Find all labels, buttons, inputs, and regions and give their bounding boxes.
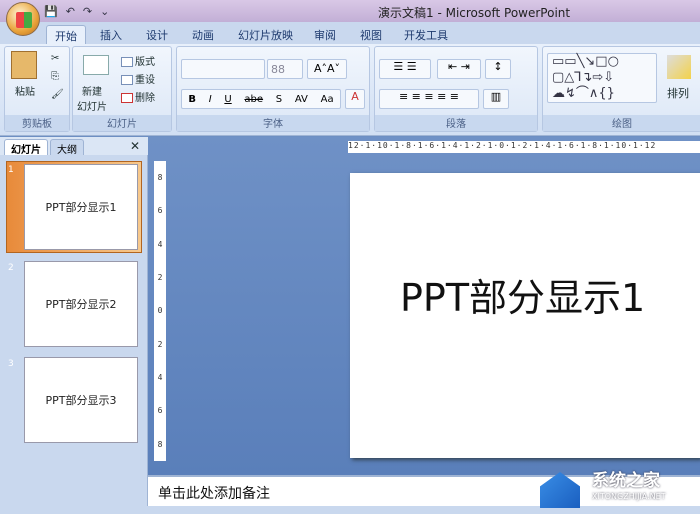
paste-button[interactable]: 粘贴 — [15, 83, 35, 98]
ruler-tick: 4 — [157, 239, 163, 249]
indent-buttons[interactable]: ⇤ ⇥ — [437, 59, 481, 79]
ribbon-tabs: 开始 插入 设计 动画 幻灯片放映 审阅 视图 开发工具 — [0, 22, 700, 44]
office-button[interactable] — [6, 2, 40, 36]
font-size-input[interactable]: 88 — [267, 59, 303, 79]
strikethrough-button[interactable]: abe — [244, 94, 263, 105]
group-font: 88 A˄A˅ B I U abe S AV Aa A 字体 — [176, 46, 370, 132]
arrange-button[interactable]: 排列 — [667, 85, 689, 101]
ruler-tick: 0 — [157, 306, 163, 316]
font-color-button[interactable]: A — [345, 89, 365, 109]
horizontal-ruler[interactable]: 12·1·10·1·8·1·6·1·4·1·2·1·0·1·2·1·4·1·6·… — [348, 141, 700, 153]
layout-icon — [121, 57, 133, 67]
shadow-button[interactable]: S — [276, 94, 282, 105]
cut-icon[interactable]: ✂ — [51, 53, 59, 64]
shapes-gallery[interactable]: ▭▭╲↘□○ ▢△⅂↴⇨⇩ ☁↯⌒∧{} — [547, 53, 657, 103]
close-pane-icon[interactable]: ✕ — [130, 139, 140, 153]
slide-number: 2 — [8, 263, 14, 273]
paste-icon — [11, 51, 37, 79]
pane-tabs: 幻灯片 大纲 ✕ — [0, 137, 148, 156]
tab-design[interactable]: 设计 — [138, 25, 176, 44]
title-bar: 💾 ↶ ↷ ⌄ 演示文稿1 - Microsoft PowerPoint — [0, 0, 700, 22]
format-painter-icon[interactable]: 🖌 — [51, 89, 64, 100]
slide-editor: 12·1·10·1·8·1·6·1·4·1·2·1·0·1·2·1·4·1·6·… — [148, 137, 700, 475]
group-slides: 新建 幻灯片 版式 重设 删除 幻灯片 — [72, 46, 172, 132]
tab-animation[interactable]: 动画 — [184, 25, 222, 44]
ruler-tick: 8 — [157, 173, 163, 183]
group-label: 绘图 — [543, 115, 700, 131]
columns-button[interactable]: ▥ — [483, 89, 509, 109]
watermark-url: XITONGZHIJIA.NET — [592, 492, 666, 501]
slide-number: 3 — [8, 359, 14, 369]
slide-thumbnail-2[interactable]: PPT部分显示2 — [24, 261, 138, 347]
quick-access-toolbar: 💾 ↶ ↷ ⌄ — [44, 3, 109, 19]
copy-icon[interactable]: ⎘ — [51, 71, 59, 82]
slide-canvas[interactable]: PPT部分显示1 — [350, 173, 700, 458]
tab-insert[interactable]: 插入 — [92, 25, 130, 44]
ruler-tick: 6 — [157, 206, 163, 216]
watermark-name: 系统之家 — [592, 471, 660, 491]
group-drawing: ▭▭╲↘□○ ▢△⅂↴⇨⇩ ☁↯⌒∧{} 排列 绘图 — [542, 46, 700, 132]
group-label: 剪贴板 — [5, 115, 69, 131]
save-icon[interactable]: 💾 — [44, 5, 58, 18]
tab-review[interactable]: 审阅 — [306, 25, 344, 44]
vertical-ruler[interactable]: 8 6 4 2 0 2 4 6 8 — [154, 161, 166, 461]
new-slide-button[interactable]: 新建 幻灯片 — [77, 83, 107, 113]
arrange-icon — [667, 55, 691, 79]
group-label: 段落 — [375, 115, 537, 131]
change-case-button[interactable]: Aa — [321, 94, 334, 105]
tab-slides[interactable]: 幻灯片 — [4, 139, 48, 156]
ruler-tick: 2 — [157, 273, 163, 283]
redo-icon[interactable]: ↷ — [83, 5, 92, 18]
font-name-input[interactable] — [181, 59, 265, 79]
grow-shrink-font-button[interactable]: A˄A˅ — [307, 59, 347, 79]
bullets-button[interactable]: ☰ ☰ — [379, 59, 431, 79]
tab-outline[interactable]: 大纲 — [50, 139, 84, 156]
slide-thumbnail-3[interactable]: PPT部分显示3 — [24, 357, 138, 443]
ruler-tick: 6 — [157, 406, 163, 416]
group-paragraph: ☰ ☰ ⇤ ⇥ ↕ ≡ ≡ ≡ ≡ ≡ ▥ 段落 — [374, 46, 538, 132]
reset-icon — [121, 75, 133, 85]
group-label: 字体 — [177, 115, 369, 131]
undo-icon[interactable]: ↶ — [66, 5, 75, 18]
italic-button[interactable]: I — [209, 94, 212, 105]
new-slide-icon — [83, 55, 109, 75]
customize-qat-icon[interactable]: ⌄ — [100, 5, 109, 18]
align-buttons[interactable]: ≡ ≡ ≡ ≡ ≡ — [379, 89, 479, 109]
slide-number: 1 — [8, 165, 14, 175]
watermark: 系统之家 XITONGZHIJIA.NET — [540, 462, 700, 514]
bold-button[interactable]: B — [188, 94, 196, 105]
tab-developer[interactable]: 开发工具 — [396, 25, 456, 44]
delete-icon — [121, 93, 133, 103]
tab-view[interactable]: 视图 — [352, 25, 390, 44]
group-label: 幻灯片 — [73, 115, 171, 131]
font-format-buttons: B I U abe S AV Aa — [181, 89, 341, 109]
ruler-tick: 4 — [157, 373, 163, 383]
underline-button[interactable]: U — [224, 94, 231, 105]
line-spacing-button[interactable]: ↕ — [485, 59, 511, 79]
group-clipboard: 粘贴 ✂ ⎘ 🖌 剪贴板 — [4, 46, 70, 132]
ribbon: 粘贴 ✂ ⎘ 🖌 剪贴板 新建 幻灯片 版式 重设 删除 幻灯片 88 A˄A˅… — [0, 44, 700, 136]
delete-button[interactable]: 删除 — [121, 89, 155, 104]
ruler-tick: 2 — [157, 339, 163, 349]
watermark-house-icon — [540, 472, 580, 508]
layout-button[interactable]: 版式 — [121, 53, 155, 68]
char-spacing-button[interactable]: AV — [295, 94, 308, 105]
slide-thumbnail-1[interactable]: PPT部分显示1 — [24, 164, 138, 250]
tab-home[interactable]: 开始 — [46, 25, 86, 44]
office-logo-icon — [16, 12, 32, 28]
slides-pane: 幻灯片 大纲 ✕ 1 PPT部分显示1 2 PPT部分显示2 3 PPT部分显示… — [0, 137, 148, 507]
window-title: 演示文稿1 - Microsoft PowerPoint — [378, 6, 571, 20]
ruler-tick: 8 — [157, 439, 163, 449]
reset-button[interactable]: 重设 — [121, 71, 155, 86]
tab-slideshow[interactable]: 幻灯片放映 — [230, 25, 301, 44]
slide-title-text[interactable]: PPT部分显示1 — [400, 267, 645, 322]
